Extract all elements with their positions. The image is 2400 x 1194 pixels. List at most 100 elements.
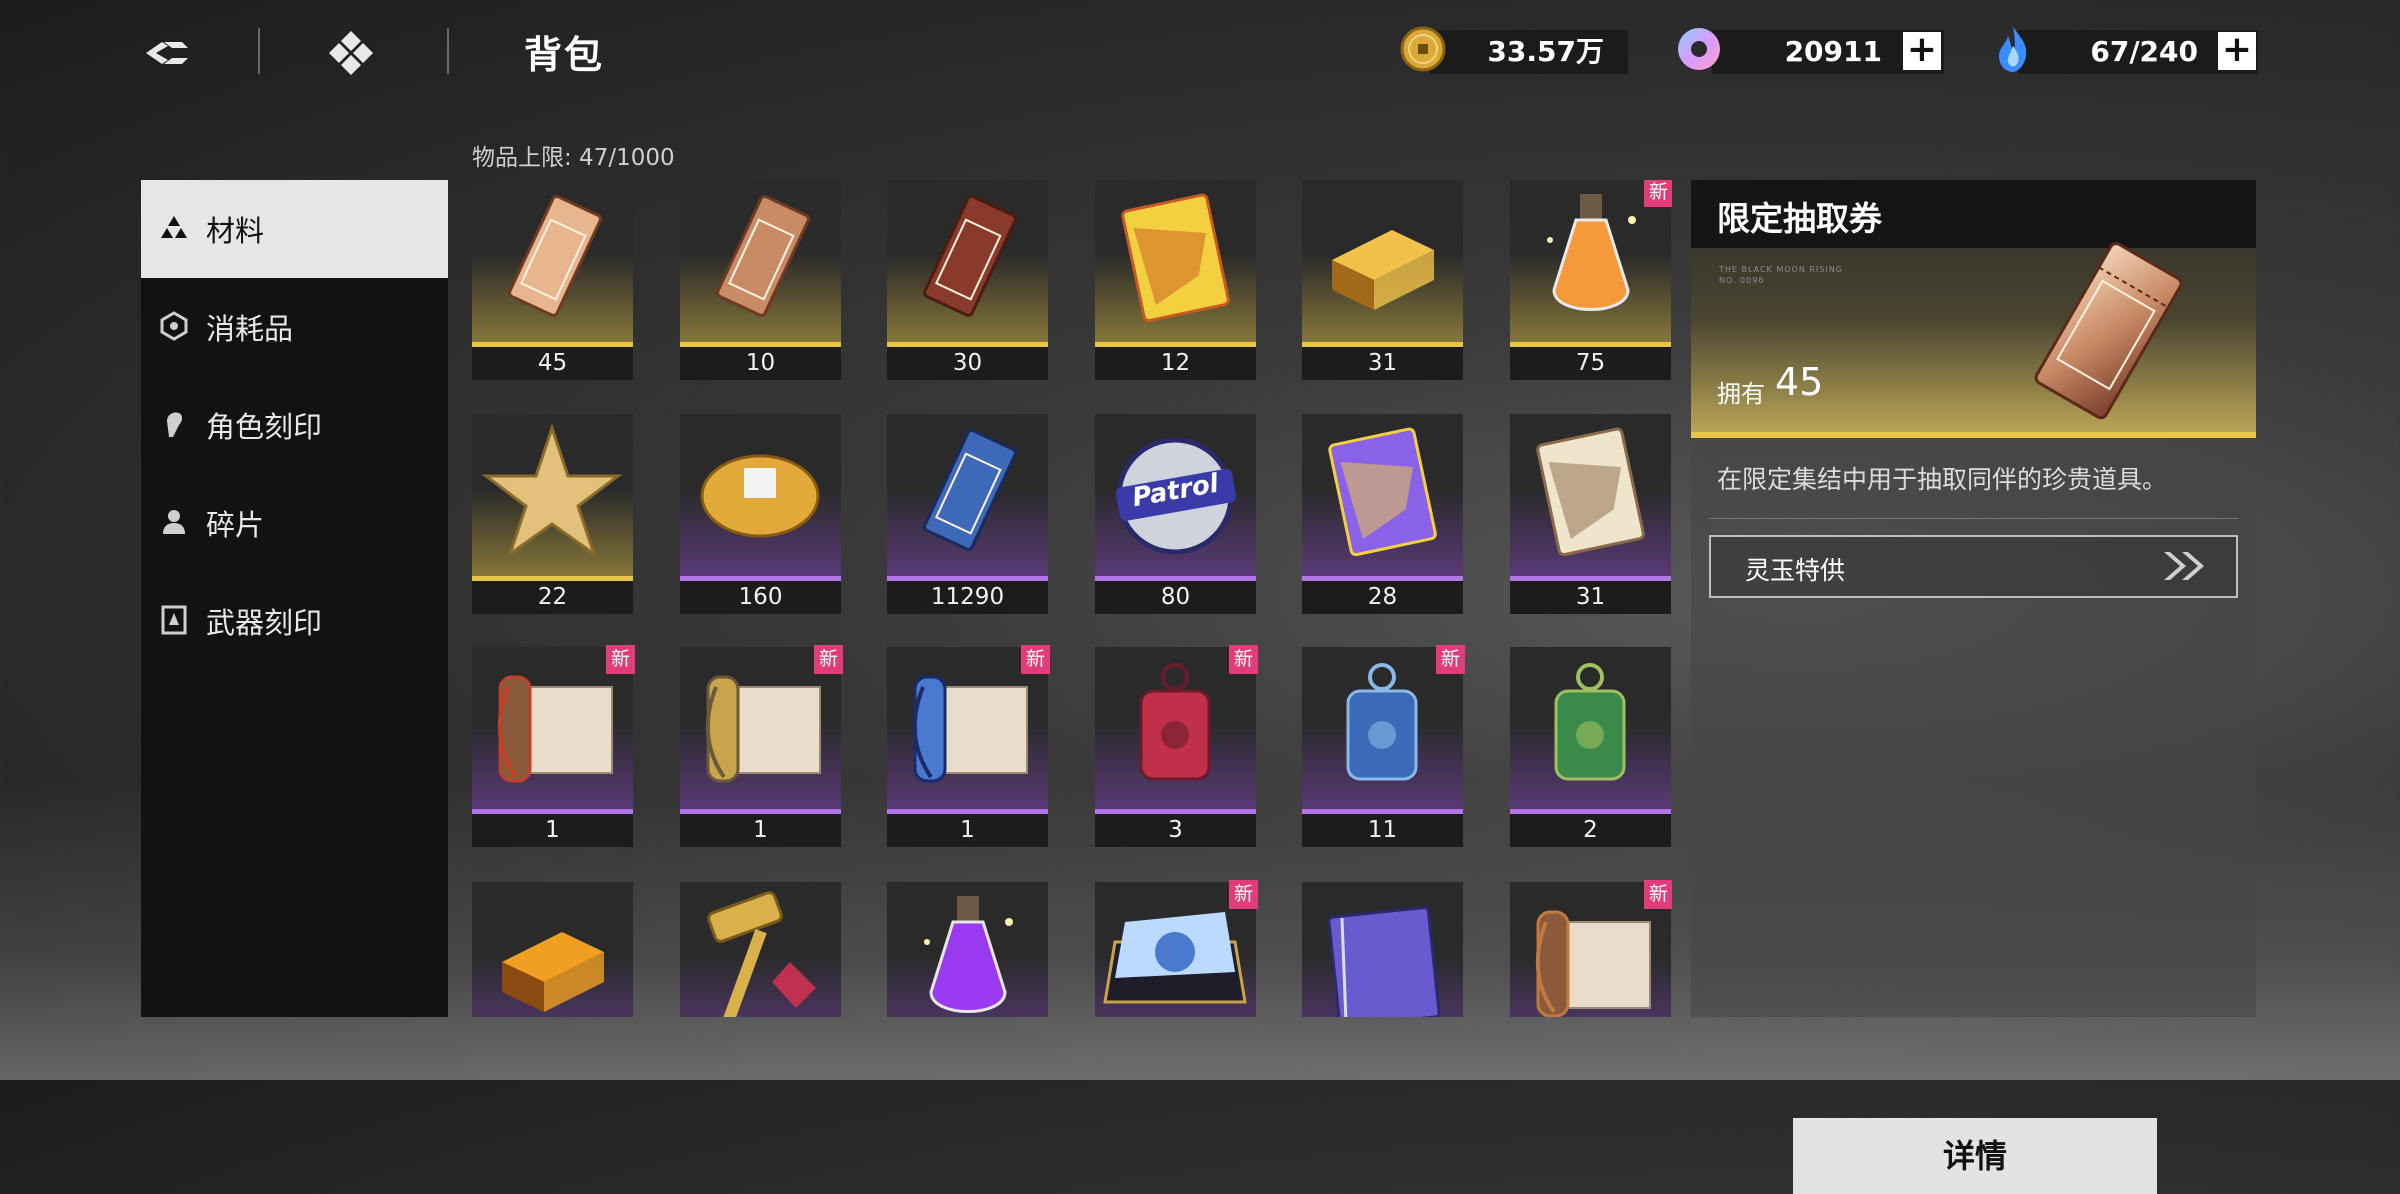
- item-count: 80: [1095, 581, 1256, 614]
- divider: [258, 28, 260, 74]
- page-title: 背包: [524, 33, 605, 77]
- inventory-item[interactable]: 45: [472, 180, 633, 380]
- category-character-imprint[interactable]: 角色刻印: [141, 376, 448, 474]
- new-badge: 新: [1229, 645, 1258, 674]
- inventory-item[interactable]: 新: [1510, 880, 1672, 1017]
- divider: [447, 28, 449, 74]
- inventory-item[interactable]: 10: [680, 180, 841, 380]
- category-label: 角色刻印: [206, 410, 323, 444]
- detail-body: 在限定集结中用于抽取同伴的珍贵道具。 灵玉特供 详情: [1691, 438, 2256, 1194]
- home-diamond-icon[interactable]: [326, 28, 376, 78]
- source-button[interactable]: 灵玉特供: [1709, 535, 2238, 598]
- new-badge: 新: [1644, 180, 1672, 207]
- green-charm-icon: [1510, 647, 1671, 813]
- inventory-item[interactable]: 12: [1095, 180, 1256, 380]
- inventory-item[interactable]: 28: [1302, 414, 1463, 614]
- item-count: 11: [1302, 814, 1463, 847]
- purple-tome-icon: [1302, 882, 1463, 1017]
- inventory-item[interactable]: 1新: [680, 645, 843, 847]
- detail-ticket-image: [1991, 240, 2221, 430]
- inventory-item[interactable]: [1302, 882, 1463, 1017]
- stamina-amount: 67/240: [2090, 35, 2198, 68]
- category-consumables[interactable]: 消耗品: [141, 278, 448, 376]
- add-jade-button[interactable]: +: [1903, 32, 1941, 70]
- category-label: 材料: [206, 214, 265, 248]
- item-count: 2: [1510, 814, 1671, 847]
- inventory-item[interactable]: 11290: [887, 414, 1048, 614]
- detail-title: 限定抽取券: [1717, 199, 1882, 238]
- inventory-item[interactable]: [887, 882, 1048, 1017]
- blue-flame-icon: [1986, 22, 2040, 76]
- gold-star-icon: [472, 414, 633, 580]
- inventory-item[interactable]: 11 新: [1302, 645, 1465, 847]
- bronze-ticket-icon: [680, 180, 841, 346]
- item-count: 28: [1302, 581, 1463, 614]
- inventory-grid: 45 10 30 12 31 75 新 22 160 11290 Patrol 80 28 31 1 新 1 新 1…: [472, 180, 1672, 1017]
- double-chevron-right-icon: [2160, 549, 2208, 583]
- consumables-icon: [159, 311, 189, 341]
- jade-ring-icon: [1672, 22, 1726, 76]
- item-count: 1: [887, 814, 1048, 847]
- jade-amount: 20911: [1784, 35, 1882, 68]
- new-badge: 新: [606, 645, 635, 674]
- blue-ticket-icon: [887, 414, 1048, 580]
- orange-ingot-icon: [472, 882, 633, 1017]
- inventory-item[interactable]: [680, 882, 841, 1017]
- item-count: 75: [1510, 347, 1671, 380]
- star-ticket-icon: [887, 180, 1048, 346]
- new-badge: 新: [814, 645, 843, 674]
- scroll-book-icon: [1510, 414, 1671, 580]
- inventory-item[interactable]: 160: [680, 414, 841, 614]
- item-count: 1: [680, 814, 841, 847]
- category-materials[interactable]: 材料: [141, 180, 448, 278]
- category-label: 碎片: [206, 508, 265, 542]
- divider: [1709, 518, 2238, 519]
- item-detail-panel: 限定抽取券 THE BLACK MOON RISING NO. 0096 拥有 …: [1691, 180, 2256, 1194]
- weapon-imprint-icon: [159, 605, 189, 635]
- gold-ticket-icon: [472, 180, 633, 346]
- item-description: 在限定集结中用于抽取同伴的珍贵道具。: [1717, 465, 2168, 494]
- details-button[interactable]: 详情: [1793, 1118, 2157, 1194]
- category-weapon-imprint[interactable]: 武器刻印: [141, 572, 448, 670]
- add-stamina-button[interactable]: +: [2218, 32, 2256, 70]
- inventory-item[interactable]: 22: [472, 414, 633, 614]
- item-count: 31: [1302, 347, 1463, 380]
- item-count: 11290: [887, 581, 1048, 614]
- category-label: 武器刻印: [206, 606, 323, 640]
- inventory-item[interactable]: 31: [1510, 414, 1671, 614]
- item-limit-text: 物品上限: 47/1000: [472, 145, 675, 171]
- top-bar: 背包 33.57万 20911 + 67/240 +: [0, 0, 2400, 110]
- detail-flavor-line: THE BLACK MOON RISING: [1719, 265, 1843, 274]
- source-label: 灵玉特供: [1745, 556, 1846, 585]
- inventory-item[interactable]: 1新: [887, 645, 1050, 847]
- category-sidebar: 材料 消耗品 角色刻印 碎片 武器刻印: [141, 180, 448, 1017]
- inventory-item[interactable]: 1新: [472, 645, 635, 847]
- back-arrow-icon[interactable]: [142, 28, 192, 78]
- new-badge: 新: [1644, 880, 1672, 909]
- inventory-item[interactable]: 75 新: [1510, 180, 1672, 380]
- category-label: 消耗品: [206, 312, 294, 346]
- gold-resource: 33.57万: [1430, 30, 1628, 74]
- thread-spool-icon: [680, 414, 841, 580]
- inventory-item[interactable]: 30: [887, 180, 1048, 380]
- item-count: 30: [887, 347, 1048, 380]
- purple-potion-icon: [887, 882, 1048, 1017]
- inventory-item[interactable]: 新: [1095, 880, 1258, 1017]
- item-count: 10: [680, 347, 841, 380]
- inventory-item[interactable]: 3新: [1095, 645, 1258, 847]
- gold-coin-icon: [1396, 22, 1450, 76]
- detail-header: 限定抽取券 THE BLACK MOON RISING NO. 0096 拥有 …: [1691, 180, 2256, 432]
- inventory-item[interactable]: [472, 882, 633, 1017]
- new-badge: 新: [1436, 645, 1465, 674]
- materials-icon: [159, 213, 189, 243]
- gold-ingot-icon: [1302, 180, 1463, 346]
- item-count: 1: [472, 814, 633, 847]
- owned-label: 拥有: [1717, 380, 1765, 408]
- item-count: 12: [1095, 347, 1256, 380]
- gold-amount: 33.57万: [1487, 35, 1604, 68]
- inventory-item[interactable]: 2: [1510, 647, 1671, 847]
- item-count: 3: [1095, 814, 1256, 847]
- category-fragments[interactable]: 碎片: [141, 474, 448, 572]
- inventory-item[interactable]: Patrol 80: [1095, 414, 1256, 614]
- inventory-item[interactable]: 31: [1302, 180, 1463, 380]
